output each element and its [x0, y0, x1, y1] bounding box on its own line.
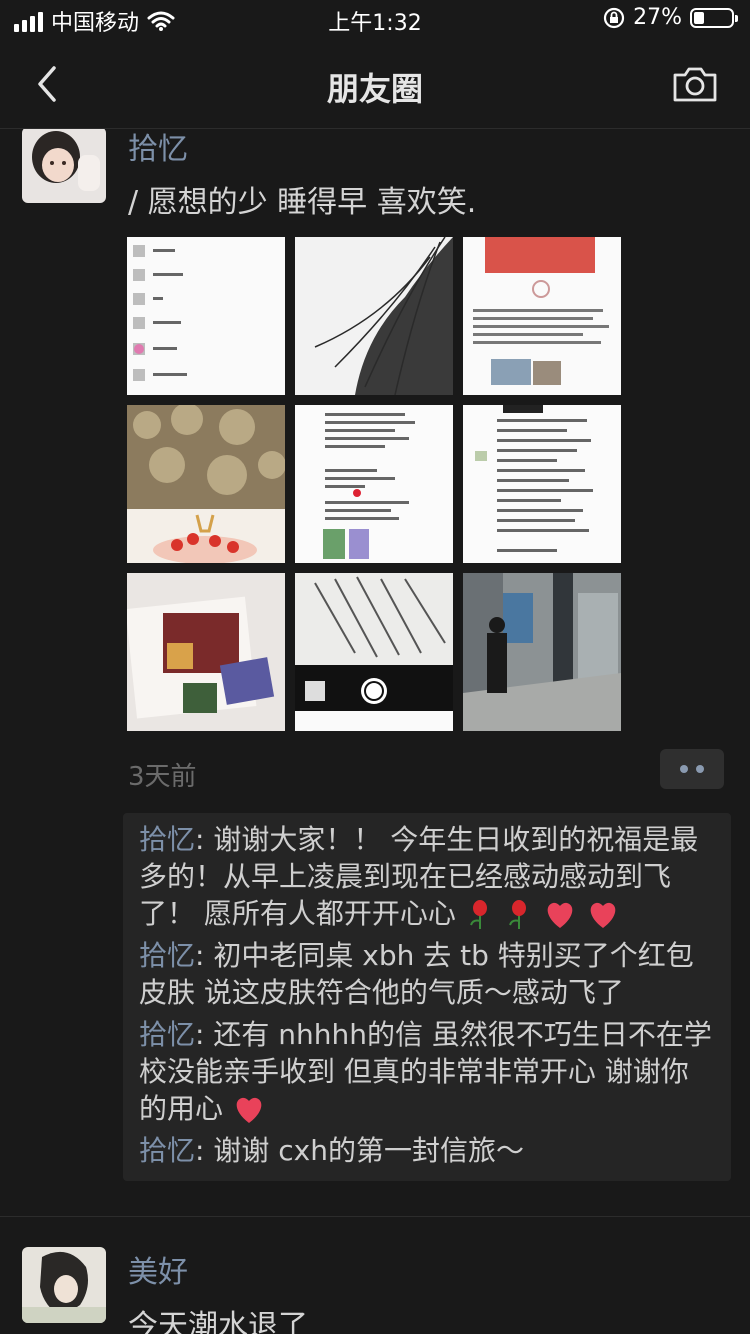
rose-emoji-icon	[469, 900, 487, 929]
battery-level	[694, 11, 704, 24]
dot-icon	[680, 765, 688, 773]
photo-thumbnail[interactable]	[127, 573, 285, 731]
post-timestamp: 3天前	[128, 762, 197, 792]
comment-separator: :	[195, 1018, 214, 1051]
comment[interactable]: 拾忆: 谢谢 cxh的第一封信旅～	[139, 1132, 715, 1169]
post-text: / 愿想的少 睡得早 喜欢笑.	[128, 185, 477, 220]
photo-thumbnail[interactable]	[127, 237, 285, 395]
page-title: 朋友圈	[326, 70, 423, 108]
comment-separator: :	[195, 1134, 214, 1167]
comment-author[interactable]: 拾忆	[139, 1018, 195, 1051]
heart-emoji-icon	[590, 902, 615, 928]
heart-emoji-icon	[547, 902, 572, 928]
dot-icon	[696, 765, 704, 773]
comment[interactable]: 拾忆: 初中老同桌 xbh 去 tb 特别买了个红包皮肤 说这皮肤符合他的气质～…	[139, 937, 715, 1011]
orientation-lock-icon	[603, 7, 625, 28]
comment-separator: :	[195, 939, 214, 972]
comment-list: 拾忆: 谢谢大家！！ 今年生日收到的祝福是最多的！从早上凌晨到现在已经感动感动到…	[123, 813, 731, 1181]
avatar[interactable]	[22, 129, 106, 203]
photo-thumbnail[interactable]	[463, 405, 621, 563]
photo-grid	[127, 237, 621, 731]
camera-icon[interactable]	[672, 64, 718, 104]
comment-author[interactable]: 拾忆	[139, 1134, 195, 1167]
photo-thumbnail[interactable]	[463, 237, 621, 395]
photo-thumbnail[interactable]	[295, 405, 453, 563]
battery-icon	[690, 7, 738, 28]
post-author[interactable]: 拾忆	[128, 129, 188, 168]
moment-post: 美好 今天潮水退了	[0, 1217, 750, 1334]
photo-thumbnail[interactable]	[295, 573, 453, 731]
heart-emoji-icon	[236, 1097, 262, 1123]
post-author[interactable]: 美好	[128, 1247, 188, 1291]
photo-thumbnail[interactable]	[295, 237, 453, 395]
comment-separator: :	[195, 823, 214, 856]
avatar[interactable]	[22, 1247, 106, 1323]
comment[interactable]: 拾忆: 还有 nhhhh的信 虽然很不巧生日不在学校没能亲手收到 但真的非常非常…	[139, 1016, 715, 1127]
comment-author[interactable]: 拾忆	[139, 823, 195, 856]
comment-text: 谢谢 cxh的第一封信旅～	[213, 1134, 524, 1167]
comment-text: 初中老同桌 xbh 去 tb 特别买了个红包皮肤 说这皮肤符合他的气质～感动飞了	[139, 939, 694, 1009]
moment-post: 拾忆 / 愿想的少 睡得早 喜欢笑. 3天前 拾忆: 谢谢大家！！ 今年生日收到…	[0, 129, 750, 1216]
comment-text: 还有 nhhhh的信 虽然很不巧生日不在学校没能亲手收到 但真的非常非常开心 谢…	[139, 1018, 712, 1125]
status-bar: 中国移动 上午1:32 27%	[0, 0, 750, 40]
moments-feed[interactable]: 拾忆 / 愿想的少 睡得早 喜欢笑. 3天前 拾忆: 谢谢大家！！ 今年生日收到…	[0, 129, 750, 1334]
comment-author[interactable]: 拾忆	[139, 939, 195, 972]
nav-bar: 朋友圈	[0, 40, 750, 128]
photo-thumbnail[interactable]	[127, 405, 285, 563]
more-options-button[interactable]	[660, 749, 724, 789]
comment[interactable]: 拾忆: 谢谢大家！！ 今年生日收到的祝福是最多的！从早上凌晨到现在已经感动感动到…	[139, 821, 715, 932]
post-text: 今天潮水退了	[128, 1309, 308, 1334]
battery-percent: 27%	[633, 5, 682, 30]
rose-emoji-icon	[508, 900, 526, 929]
photo-thumbnail[interactable]	[463, 573, 621, 731]
